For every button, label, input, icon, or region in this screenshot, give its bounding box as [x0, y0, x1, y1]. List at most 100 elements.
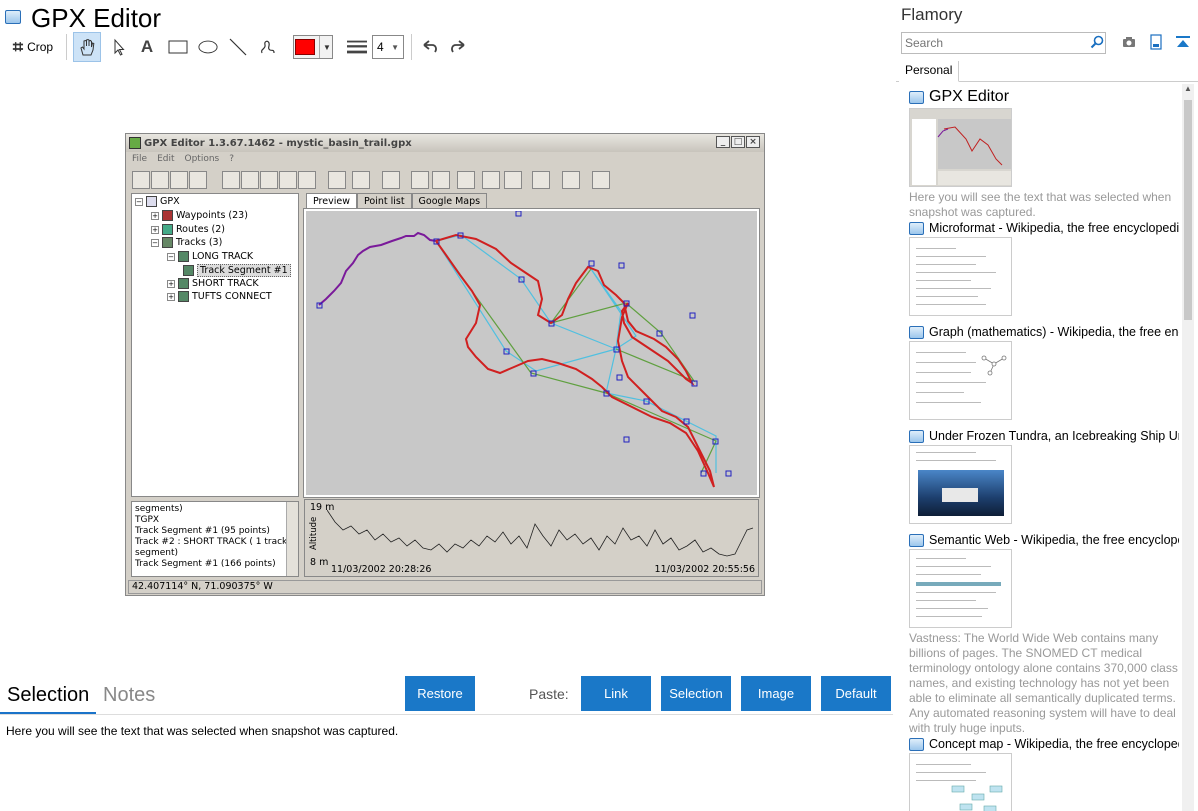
annotation-toolbar: ⌗ Crop A ▼ 4 ▼ [0, 32, 520, 62]
ellipse-icon [198, 40, 218, 54]
undo-icon [423, 40, 437, 53]
tree-node: + Routes (2) [151, 224, 226, 235]
chevron-down-icon: ▼ [319, 36, 331, 58]
snapshot-icon [909, 737, 924, 751]
paste-link-button[interactable]: Link [581, 676, 651, 711]
chevron-up-icon: ▲ [1184, 84, 1192, 93]
list-item[interactable]: Concept map - Wikipedia, the free encycl… [909, 737, 1179, 811]
line-width-select[interactable]: 4 ▼ [372, 35, 404, 59]
scrollbar-thumb[interactable] [1184, 100, 1192, 320]
profile-axis-label: Altitude [309, 516, 319, 550]
entry-title: GPX Editor [929, 88, 1010, 105]
shot-menu-bar: File Edit Options ? [132, 154, 234, 164]
tab-notes[interactable]: Notes [103, 684, 155, 707]
shot-tool-button [504, 171, 522, 189]
captured-screenshot[interactable]: GPX Editor 1.3.67.1462 - mystic_basin_tr… [125, 133, 765, 596]
segment-icon [183, 265, 194, 276]
profile-min-label: 8 m [310, 557, 329, 568]
shot-map-tabs: Preview Point list Google Maps [306, 193, 488, 209]
shot-tool-button [432, 171, 450, 189]
tree-node: − GPX [135, 196, 180, 207]
tree-node: + Waypoints (23) [151, 210, 248, 221]
paste-default-button[interactable]: Default [821, 676, 891, 711]
tab-personal[interactable]: Personal [899, 61, 960, 82]
tree-node: + TUFTS CONNECT [167, 291, 272, 302]
chevron-down-icon: ▼ [391, 42, 399, 52]
list-item[interactable]: Microformat - Wikipedia, the free encycl… [909, 221, 1179, 316]
text-icon: A [140, 37, 154, 56]
redo-button[interactable] [446, 32, 472, 62]
collapse-icon[interactable] [1175, 34, 1191, 50]
shot-menu-item: ? [229, 154, 235, 164]
scrollbar [286, 502, 298, 576]
list-item[interactable]: Semantic Web - Wikipedia, the free encyc… [909, 533, 1179, 736]
snapshot-icon [909, 533, 924, 547]
snapshot-list: GPX Editor Here you will see the text th… [896, 84, 1186, 811]
tree-node: − LONG TRACK [167, 251, 254, 262]
crop-icon: ⌗ [12, 36, 24, 57]
rectangle-tool-button[interactable] [164, 32, 192, 62]
shot-tree-view: − GPX + Waypoints (23) + Routes (2) − Tracks… [131, 193, 299, 497]
minimize-icon: _ [716, 136, 730, 148]
document-icon[interactable] [1148, 34, 1164, 50]
entry-title: Semantic Web - Wikipedia, the free encyc… [929, 533, 1179, 547]
main-panel: GPX Editor ⌗ Crop A ▼ 4 ▼ GPX Editor 1.3… [0, 0, 893, 811]
track-map [316, 210, 732, 488]
entry-description: Vastness: The World Wide Web contains ma… [909, 631, 1178, 735]
shot-tool-button [482, 171, 500, 189]
shot-tool-button [328, 171, 346, 189]
search-icon[interactable] [1090, 35, 1104, 49]
sidebar-tabs: Personal [896, 61, 1198, 82]
page-title: GPX Editor [31, 3, 162, 33]
paste-label: Paste: [529, 686, 569, 702]
snapshot-thumbnail [909, 445, 1012, 524]
ellipse-tool-button[interactable] [194, 32, 222, 62]
tab-divider [0, 714, 893, 715]
scrollbar[interactable]: ▲ [1182, 84, 1194, 811]
entry-title: Concept map - Wikipedia, the free encycl… [929, 737, 1179, 751]
crop-button[interactable]: ⌗ Crop [6, 32, 60, 62]
undo-button[interactable] [416, 32, 442, 62]
pointer-icon [114, 38, 125, 56]
line-tool-button[interactable] [225, 32, 251, 62]
tab-selection[interactable]: Selection [7, 684, 89, 707]
hand-tool-button[interactable] [73, 32, 101, 62]
shot-tool-button [382, 171, 400, 189]
restore-button[interactable]: Restore [405, 676, 475, 711]
line-icon [229, 38, 247, 56]
shot-toolbar [132, 171, 762, 191]
hand-icon [80, 38, 95, 56]
snapshot-icon [909, 429, 924, 443]
shot-tool-button [457, 171, 475, 189]
snapshot-thumbnail [909, 108, 1012, 187]
paste-selection-button[interactable]: Selection [661, 676, 731, 711]
camera-icon[interactable] [1121, 34, 1137, 50]
list-item[interactable]: GPX Editor Here you will see the text th… [909, 88, 1179, 220]
color-swatch [295, 39, 316, 55]
text-tool-button[interactable]: A [135, 32, 159, 62]
track-icon [178, 251, 189, 262]
redo-icon [451, 40, 465, 53]
list-item[interactable]: Under Frozen Tundra, an Icebreaking Ship… [909, 429, 1179, 524]
freehand-tool-button[interactable] [255, 32, 281, 62]
flag-icon [162, 210, 173, 221]
search-input[interactable] [901, 32, 1106, 54]
profile-start-time: 11/03/2002 20:28:26 [331, 564, 432, 575]
sidebar-title: Flamory [901, 5, 963, 24]
track-icon [162, 237, 173, 248]
paste-image-button[interactable]: Image [741, 676, 811, 711]
list-item[interactable]: Graph (mathematics) - Wikipedia, the fre… [909, 325, 1179, 420]
shot-menu-item: File [132, 154, 148, 164]
gpx-app-icon [129, 137, 141, 149]
tree-node: − Tracks (3) [151, 237, 223, 248]
shot-log-panel: segments) TGPX Track Segment #1 (95 poin… [131, 501, 299, 577]
pointer-tool-button[interactable] [106, 32, 132, 62]
close-icon: × [746, 136, 760, 148]
app-icon [5, 10, 21, 24]
snapshot-thumbnail [909, 549, 1012, 628]
snapshot-icon [909, 90, 924, 104]
color-picker[interactable]: ▼ [293, 35, 333, 59]
entry-description: Here you will see the text that was sele… [909, 190, 1172, 219]
toolbar-divider [66, 34, 67, 60]
shot-map-preview [303, 208, 760, 498]
